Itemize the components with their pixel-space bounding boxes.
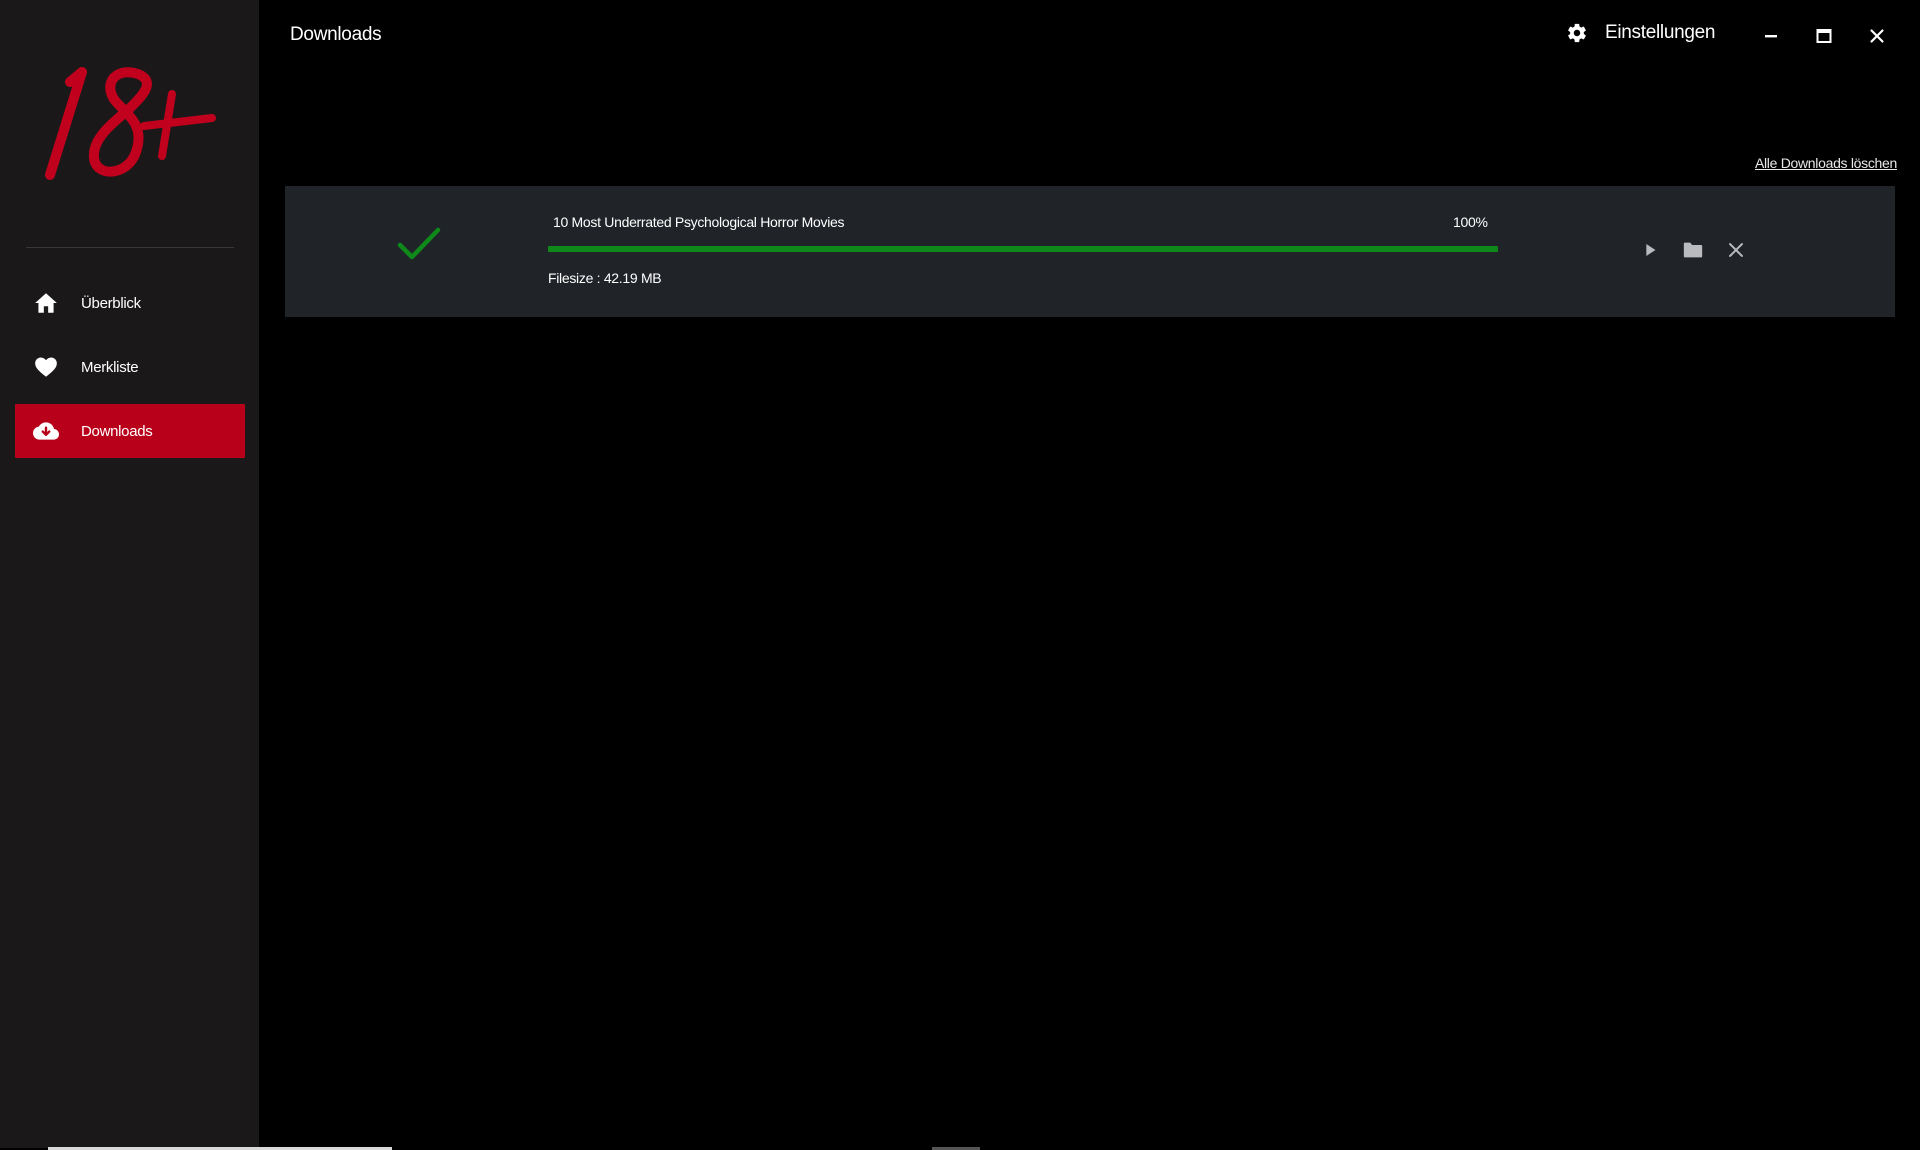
play-button[interactable] bbox=[1637, 237, 1663, 263]
settings-button[interactable]: Einstellungen bbox=[1566, 22, 1715, 44]
cloud-download-icon bbox=[33, 422, 59, 440]
sidebar-item-merkliste[interactable]: Merkliste bbox=[15, 340, 245, 394]
sidebar-item-label: Merkliste bbox=[81, 358, 139, 376]
maximize-button[interactable] bbox=[1810, 22, 1838, 50]
remove-download-button[interactable] bbox=[1723, 237, 1749, 263]
sidebar-divider bbox=[26, 247, 234, 248]
clear-all-downloads-link[interactable]: Alle Downloads löschen bbox=[1755, 155, 1897, 171]
download-progress-fill bbox=[548, 246, 1498, 252]
sidebar: Überblick Merkliste Downloads bbox=[0, 0, 259, 1148]
download-item: 10 Most Underrated Psychological Horror … bbox=[285, 186, 1895, 317]
page-title: Downloads bbox=[290, 24, 382, 45]
download-filesize: Filesize : 42.19 MB bbox=[548, 270, 662, 286]
minimize-button[interactable] bbox=[1757, 22, 1785, 50]
settings-label: Einstellungen bbox=[1605, 22, 1716, 43]
sidebar-item-label: Überblick bbox=[81, 294, 141, 312]
home-icon bbox=[35, 293, 57, 313]
close-window-button[interactable] bbox=[1863, 22, 1891, 50]
play-icon bbox=[1646, 244, 1656, 256]
download-percent: 100% bbox=[1453, 214, 1488, 230]
maximize-icon bbox=[1816, 29, 1832, 43]
sidebar-item-label: Downloads bbox=[81, 422, 153, 440]
sidebar-nav: Überblick Merkliste Downloads bbox=[15, 276, 245, 468]
title-bar: Downloads Einstellungen bbox=[259, 0, 1920, 74]
heart-icon bbox=[35, 357, 57, 377]
sidebar-item-ueberblick[interactable]: Überblick bbox=[15, 276, 245, 330]
download-title: 10 Most Underrated Psychological Horror … bbox=[553, 214, 845, 230]
checkmark-icon bbox=[397, 227, 441, 260]
close-icon bbox=[1729, 243, 1743, 257]
download-progress-bar bbox=[548, 246, 1498, 252]
gear-icon bbox=[1568, 23, 1586, 43]
close-icon bbox=[1870, 29, 1884, 43]
minimize-icon bbox=[1765, 35, 1777, 38]
open-folder-button[interactable] bbox=[1680, 237, 1706, 263]
sidebar-item-downloads[interactable]: Downloads bbox=[15, 404, 245, 458]
app-logo bbox=[45, 67, 216, 180]
folder-icon bbox=[1683, 242, 1703, 258]
